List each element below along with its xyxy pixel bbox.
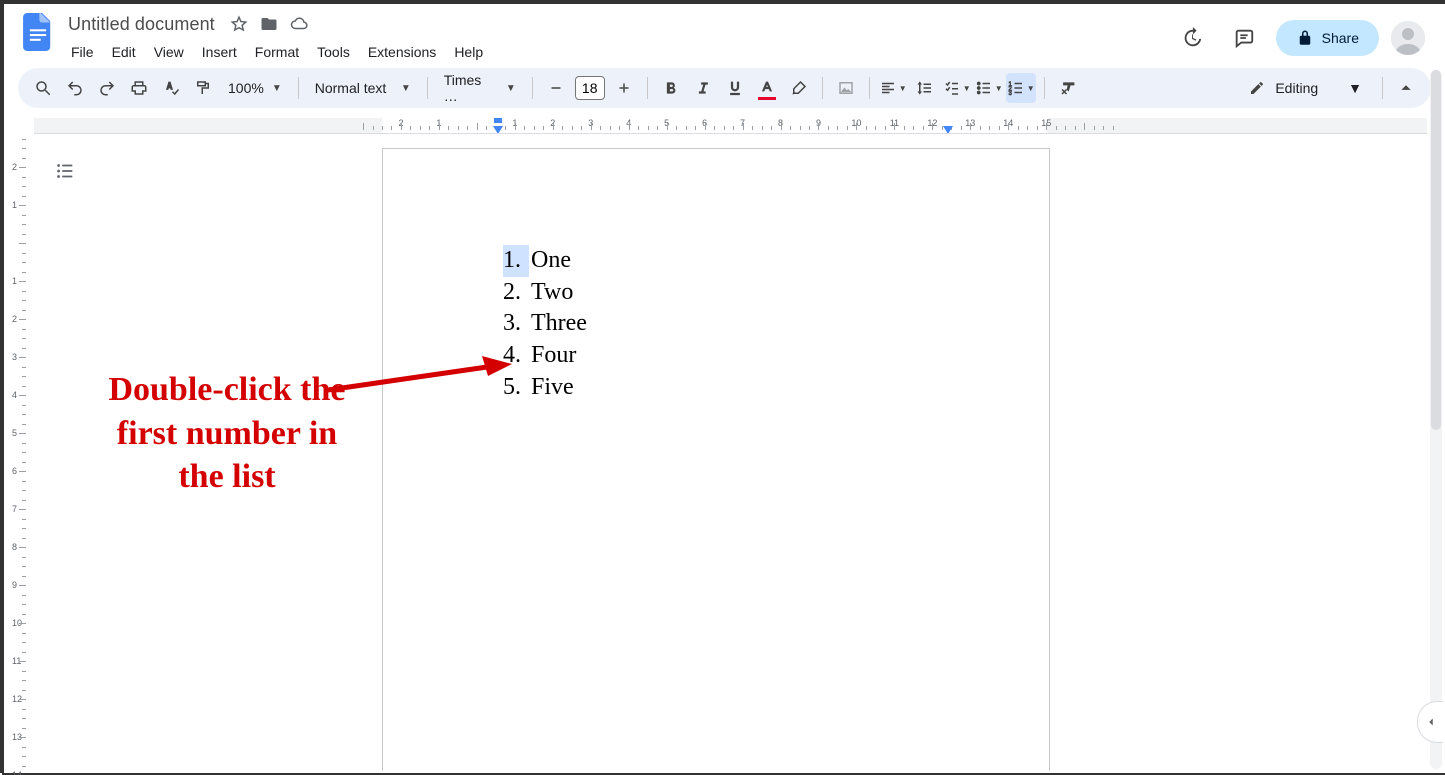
menu-edit[interactable]: Edit [105, 40, 143, 64]
list-text[interactable]: Three [529, 308, 587, 340]
list-text[interactable]: Four [529, 340, 576, 372]
menu-tools[interactable]: Tools [310, 40, 357, 64]
zoom-value: 100% [228, 80, 264, 96]
separator [1382, 77, 1383, 99]
font-size-input[interactable] [575, 76, 605, 100]
list-number[interactable]: 3. [503, 308, 529, 340]
bulleted-list-icon[interactable]: ▼ [974, 73, 1004, 103]
zoom-combo[interactable]: 100% ▼ [220, 73, 290, 103]
separator [1044, 77, 1045, 99]
line-spacing-icon[interactable] [910, 73, 940, 103]
style-value: Normal text [315, 80, 387, 96]
list-number[interactable]: 4. [503, 340, 529, 372]
document-body[interactable]: 1.One2.Two3.Three4.Four5.Five [383, 149, 1049, 403]
undo-icon[interactable] [60, 73, 90, 103]
menu-extensions[interactable]: Extensions [361, 40, 443, 64]
print-icon[interactable] [124, 73, 154, 103]
list-number[interactable]: 2. [503, 277, 529, 309]
collapse-toolbar-icon[interactable] [1391, 73, 1421, 103]
chevron-down-icon: ▼ [401, 83, 411, 94]
redo-icon[interactable] [92, 73, 122, 103]
chevron-down-icon: ▼ [1348, 80, 1362, 96]
list-item[interactable]: 2.Two [503, 277, 1049, 309]
move-icon[interactable] [259, 14, 279, 34]
font-value: Times … [444, 72, 498, 104]
checklist-icon[interactable]: ▼ [942, 73, 972, 103]
separator [822, 77, 823, 99]
menu-insert[interactable]: Insert [195, 40, 244, 64]
editing-mode-label: Editing [1275, 80, 1318, 96]
clear-format-icon[interactable] [1053, 73, 1083, 103]
toolbar: 100%▼ Normal text▼ Times …▼ ▼ ▼ ▼ 123▼ E… [18, 68, 1431, 108]
list-text[interactable]: Five [529, 372, 574, 404]
svg-text:3: 3 [1008, 91, 1012, 97]
numbered-list-icon[interactable]: 123▼ [1006, 73, 1036, 103]
font-size-group [541, 73, 639, 103]
menu-view[interactable]: View [147, 40, 191, 64]
search-icon[interactable] [28, 73, 58, 103]
chevron-down-icon: ▼ [899, 84, 907, 93]
highlight-icon[interactable] [784, 73, 814, 103]
document-outline-button[interactable] [48, 154, 82, 188]
bold-icon[interactable] [656, 73, 686, 103]
lock-icon [1296, 29, 1314, 47]
align-icon[interactable]: ▼ [878, 73, 908, 103]
chevron-down-icon: ▼ [1027, 84, 1035, 93]
list-number[interactable]: 5. [503, 372, 529, 404]
list-item[interactable]: 1.One [503, 245, 1049, 277]
separator [869, 77, 870, 99]
toolbar-wrap: 100%▼ Normal text▼ Times …▼ ▼ ▼ ▼ 123▼ E… [4, 68, 1445, 108]
chevron-down-icon: ▼ [272, 83, 282, 94]
font-combo[interactable]: Times … ▼ [436, 73, 524, 103]
list-item[interactable]: 3.Three [503, 308, 1049, 340]
vertical-ruler[interactable]: 121234567891011121314 [10, 135, 28, 771]
history-icon[interactable] [1172, 18, 1212, 58]
document-page[interactable]: 1.One2.Two3.Three4.Four5.Five [382, 148, 1050, 771]
menu-format[interactable]: Format [248, 40, 306, 64]
chevron-down-icon: ▼ [963, 84, 971, 93]
share-label: Share [1322, 30, 1359, 46]
italic-icon[interactable] [688, 73, 718, 103]
list-text[interactable]: One [529, 245, 571, 277]
comments-icon[interactable] [1224, 18, 1264, 58]
scrollbar-thumb[interactable] [1431, 70, 1441, 430]
docs-logo[interactable] [18, 12, 58, 52]
avatar[interactable] [1391, 21, 1425, 55]
doc-title[interactable]: Untitled document [64, 12, 219, 37]
separator [532, 77, 533, 99]
text-color-icon[interactable] [752, 73, 782, 103]
paint-format-icon[interactable] [188, 73, 218, 103]
app-header: Untitled document FileEditViewInsertForm… [4, 4, 1445, 68]
chevron-down-icon: ▼ [506, 83, 516, 94]
list-item[interactable]: 5.Five [503, 372, 1049, 404]
list-item[interactable]: 4.Four [503, 340, 1049, 372]
list-number[interactable]: 1. [503, 245, 529, 277]
header-right: Share [1172, 10, 1431, 58]
separator [427, 77, 428, 99]
separator [647, 77, 648, 99]
paragraph-style-combo[interactable]: Normal text ▼ [307, 73, 419, 103]
menu-help[interactable]: Help [447, 40, 490, 64]
cloud-saved-icon[interactable] [289, 14, 309, 34]
horizontal-ruler[interactable]: 12123456789101112131415 [34, 118, 1427, 134]
spellcheck-icon[interactable] [156, 73, 186, 103]
decrease-font-icon[interactable] [541, 73, 571, 103]
vertical-scrollbar[interactable] [1430, 70, 1442, 769]
underline-icon[interactable] [720, 73, 750, 103]
separator [298, 77, 299, 99]
pencil-icon [1249, 80, 1265, 96]
menubar: FileEditViewInsertFormatToolsExtensionsH… [64, 38, 1172, 64]
share-button[interactable]: Share [1276, 20, 1379, 56]
star-icon[interactable] [229, 14, 249, 34]
title-area: Untitled document FileEditViewInsertForm… [64, 10, 1172, 64]
document-canvas: 1.One2.Two3.Three4.Four5.Five [34, 135, 1427, 771]
editing-mode-combo[interactable]: Editing ▼ [1237, 80, 1374, 96]
chevron-down-icon: ▼ [995, 84, 1003, 93]
insert-image-icon[interactable] [831, 73, 861, 103]
increase-font-icon[interactable] [609, 73, 639, 103]
menu-file[interactable]: File [64, 40, 101, 64]
list-text[interactable]: Two [529, 277, 573, 309]
